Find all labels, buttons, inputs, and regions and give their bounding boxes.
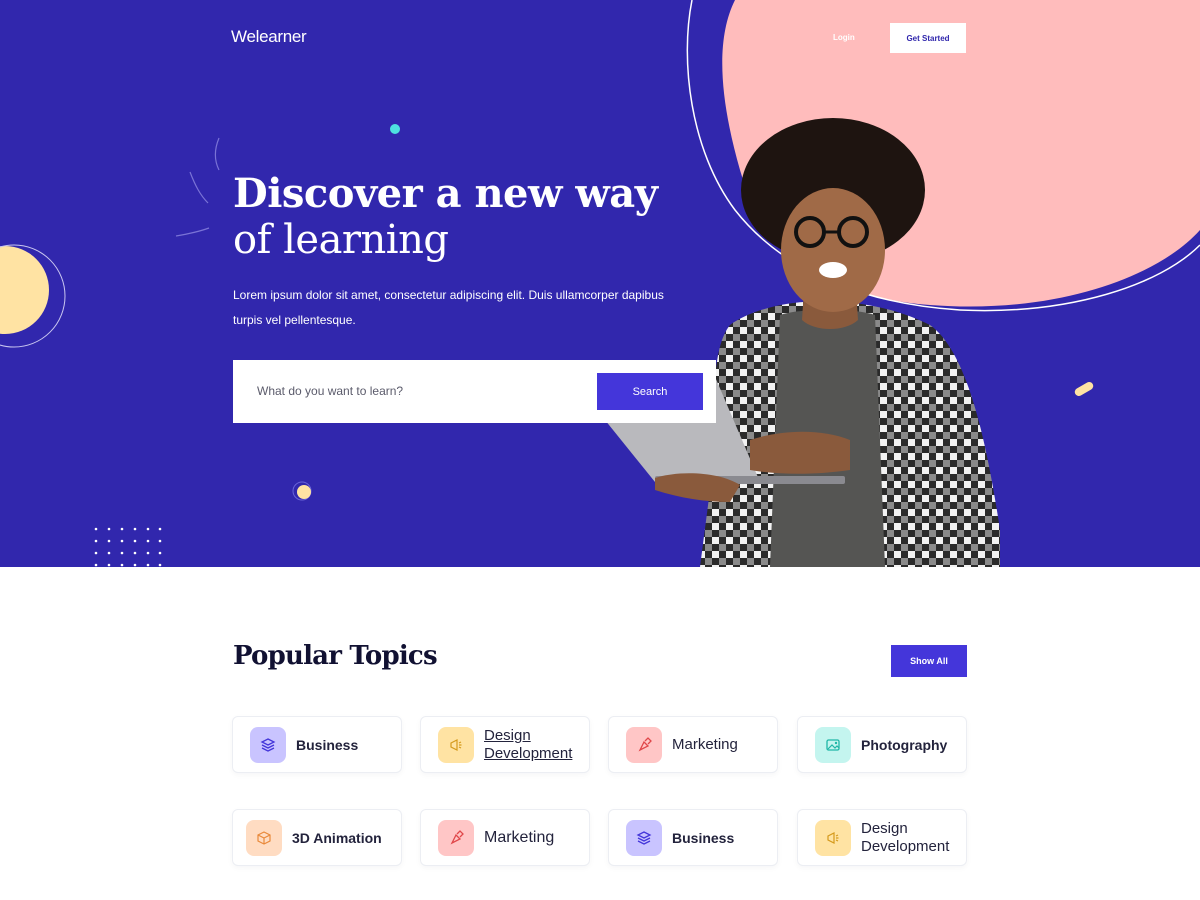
topic-card-business[interactable]: Business <box>232 716 402 773</box>
image-icon <box>815 726 851 763</box>
topic-card-design-development[interactable]: Design Development <box>797 809 967 866</box>
topic-card-design-development[interactable]: Design Development <box>420 716 590 773</box>
topic-label: Business <box>672 829 735 846</box>
brand-logo[interactable]: Welearner <box>231 27 307 47</box>
pen-tool-icon <box>626 726 662 763</box>
topic-card-marketing[interactable]: Marketing <box>608 716 778 773</box>
topic-label: 3D Animation <box>292 829 382 846</box>
headline-line-2: of learning <box>233 217 449 263</box>
yellow-dot-shape <box>297 485 311 499</box>
topic-card-photography[interactable]: Photography <box>797 716 967 773</box>
student-with-laptop-illustration <box>605 118 1000 567</box>
topic-card-marketing[interactable]: Marketing <box>420 809 590 866</box>
topic-label: Design Development <box>861 819 950 855</box>
arc-shape-3 <box>175 227 210 237</box>
topic-label: Business <box>296 736 359 753</box>
cube-icon <box>246 819 282 856</box>
megaphone-icon <box>815 819 851 856</box>
dot-grid-shape <box>94 527 162 567</box>
topic-card-3d-animation[interactable]: 3D Animation <box>232 809 402 866</box>
headline-line-1: Discover a new way <box>233 170 658 217</box>
topic-card-business[interactable]: Business <box>608 809 778 866</box>
search-button[interactable]: Search <box>597 373 703 410</box>
get-started-button[interactable]: Get Started <box>890 23 966 53</box>
topic-label: Design Development <box>484 726 573 762</box>
topic-label: Marketing <box>484 828 555 846</box>
pen-tool-icon <box>438 819 474 856</box>
topic-label: Marketing <box>672 735 738 753</box>
hero-headline: Discover a new way of learning <box>233 170 658 264</box>
search-box: Search <box>233 360 716 423</box>
teal-dot-shape <box>390 124 400 134</box>
topic-label: Photography <box>861 736 948 753</box>
layers-icon <box>250 726 286 763</box>
arc-shape-1 <box>214 137 220 171</box>
layers-icon <box>626 819 662 856</box>
megaphone-icon <box>438 726 474 763</box>
yellow-pill-shape <box>1074 382 1094 396</box>
login-link[interactable]: Login <box>833 33 855 42</box>
search-input[interactable] <box>257 380 587 402</box>
hero-section: Welearner Login Get Started Discover a n… <box>0 0 1200 567</box>
show-all-button[interactable]: Show All <box>891 645 967 677</box>
yellow-circle-shape <box>0 246 49 334</box>
popular-topics-title: Popular Topics <box>233 641 438 671</box>
arc-shape-2 <box>189 171 209 204</box>
